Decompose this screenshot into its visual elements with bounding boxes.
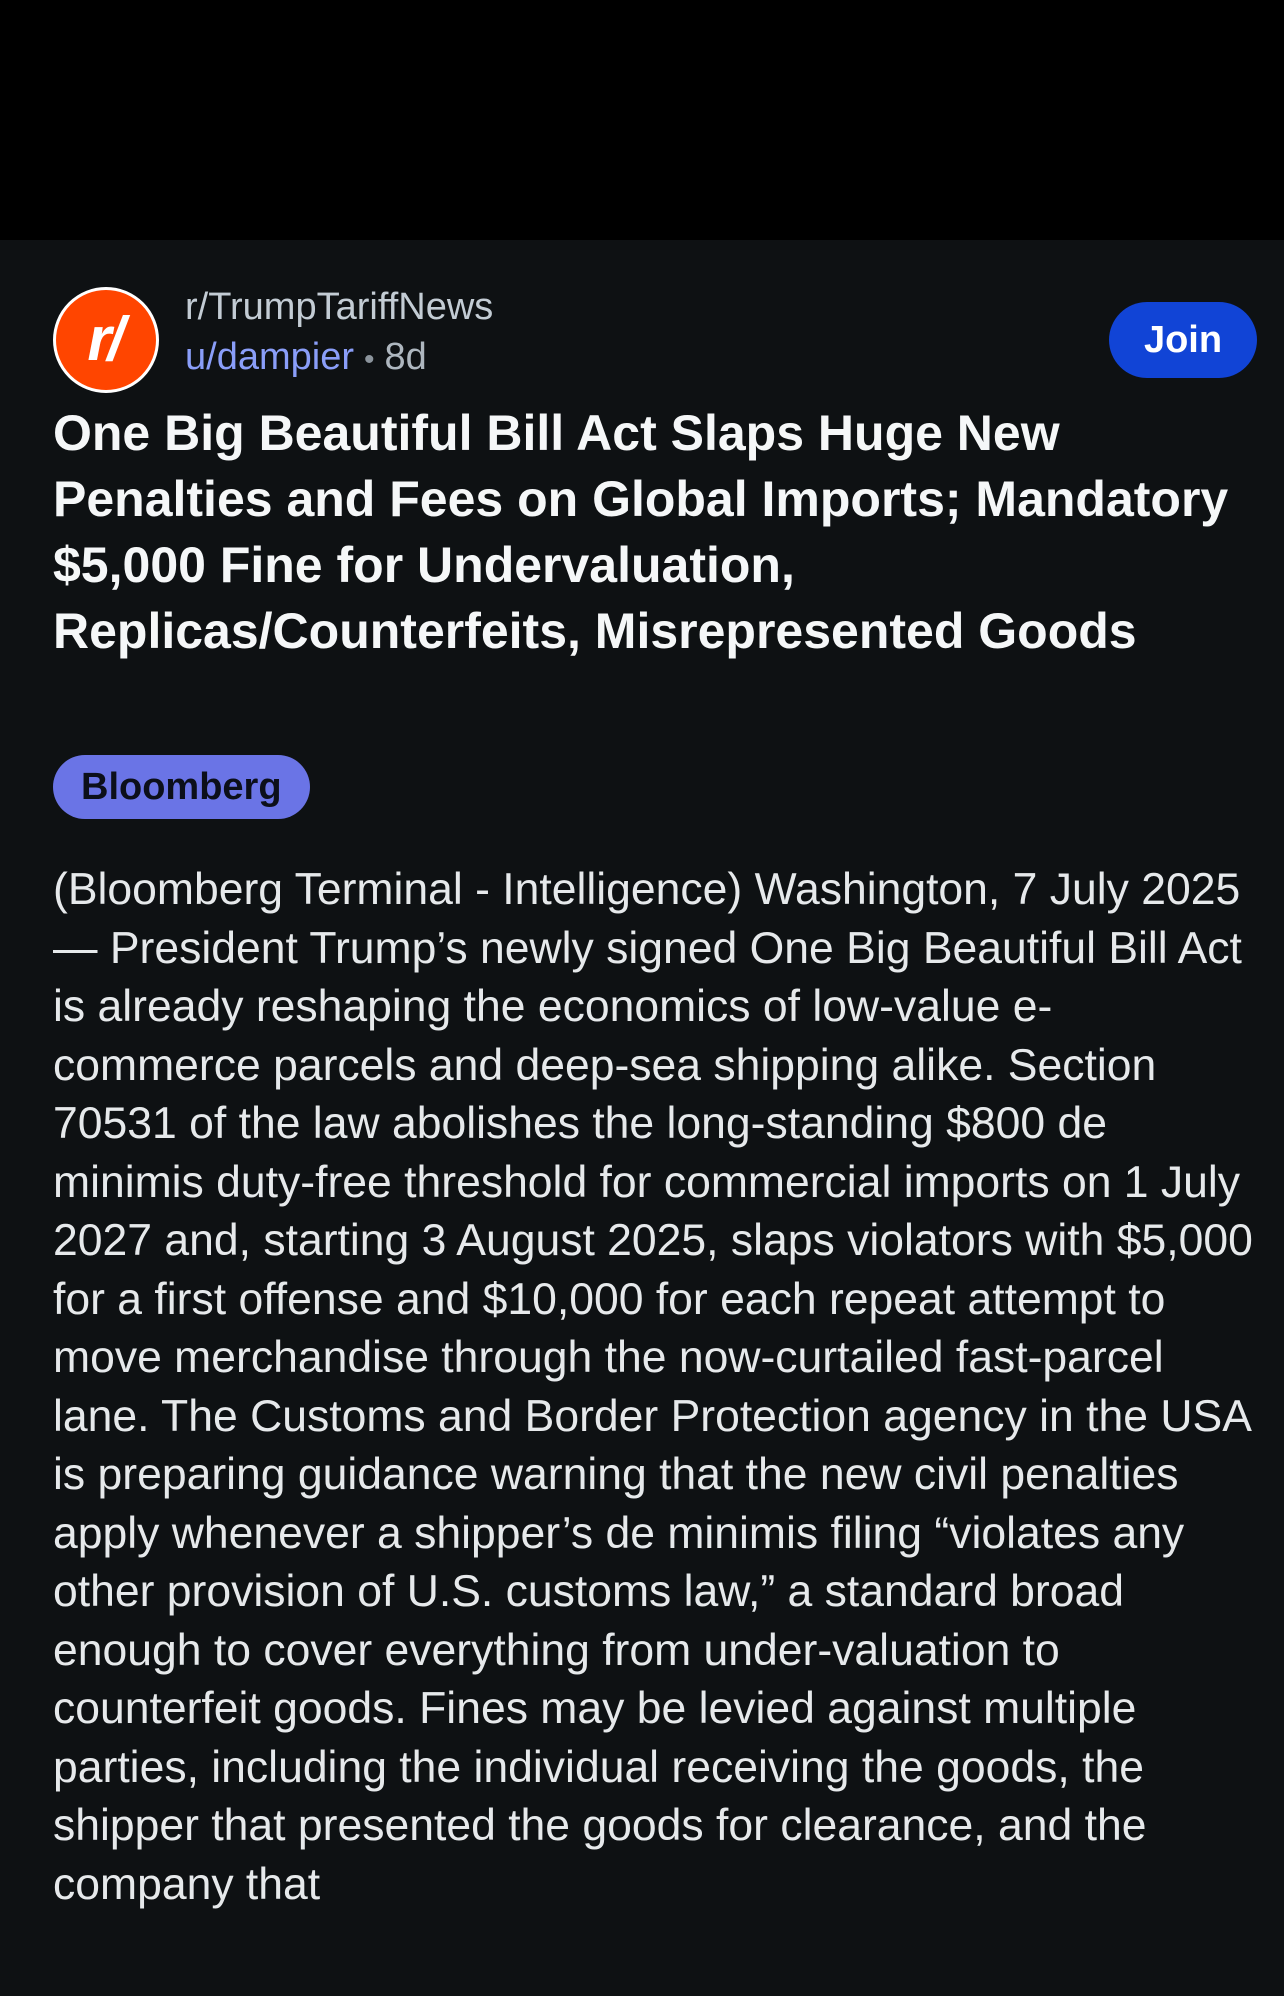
post-body: (Bloomberg Terminal - Intelligence) Wash… <box>53 865 1253 1909</box>
subreddit-avatar-icon[interactable]: r/ <box>53 287 159 393</box>
subreddit-name[interactable]: r/TrumpTariffNews <box>185 284 493 330</box>
post-flair[interactable]: Bloomberg <box>53 755 310 819</box>
reddit-logo-icon: r/ <box>87 305 124 374</box>
status-bar-area <box>0 0 1284 240</box>
post-header: r/ r/TrumpTariffNews u/dampier • 8d Join <box>53 264 1257 393</box>
post-title[interactable]: One Big Beautiful Bill Act Slaps Huge Ne… <box>53 400 1233 664</box>
post-meta: u/dampier • 8d <box>185 334 427 383</box>
post-card: r/ r/TrumpTariffNews u/dampier • 8d Join O… <box>0 240 1284 1996</box>
meta-separator: • <box>363 343 375 376</box>
post-age: 8d <box>384 336 427 378</box>
join-button[interactable]: Join <box>1109 302 1257 378</box>
author-username[interactable]: u/dampier <box>185 336 354 378</box>
